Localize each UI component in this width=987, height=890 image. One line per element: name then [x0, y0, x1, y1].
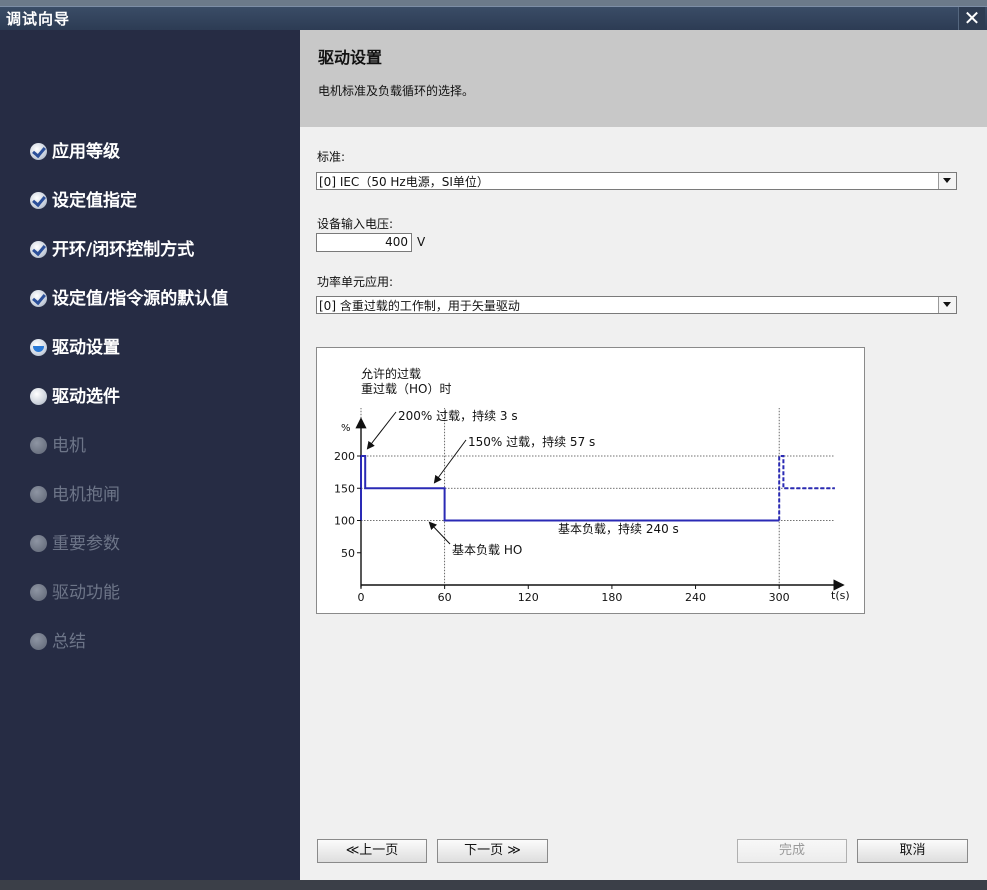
step-bullet-icon: [30, 633, 47, 650]
check-icon: [30, 143, 47, 160]
standard-value: [0] IEC（50 Hz电源，SI单位）: [319, 175, 489, 189]
x-tick-label: 0: [358, 591, 365, 604]
chart-title-line1: 允许的过载: [361, 366, 421, 381]
step-setpoint[interactable]: 设定值指定: [30, 188, 137, 214]
step-bullet-icon: [30, 535, 47, 552]
step-label: 驱动选件: [52, 387, 120, 407]
power-unit-value: [0] 含重过载的工作制，用于矢量驱动: [319, 299, 520, 313]
step-drive-settings[interactable]: 驱动设置: [30, 335, 120, 361]
finish-button[interactable]: 完成: [737, 839, 847, 863]
power-unit-label: 功率单元应用:: [317, 275, 394, 289]
close-button[interactable]: ✕: [958, 7, 985, 31]
step-bullet-icon: [30, 437, 47, 454]
y-tick-label: 50: [341, 547, 355, 560]
page-subtitle: 电机标准及负载循环的选择。: [318, 84, 475, 98]
overload-chart-svg: 允许的过载 重过载（HO）时 % t(s) 0 60 120 180 240 300 50 1…: [334, 366, 850, 604]
x-tick-label: 60: [438, 591, 452, 604]
dropdown-arrow-icon[interactable]: [938, 173, 956, 189]
step-application-class[interactable]: 应用等级: [30, 139, 120, 165]
annotation-leader-150: [433, 439, 467, 484]
check-icon: [30, 290, 47, 307]
standard-dropdown[interactable]: [0] IEC（50 Hz电源，SI单位）: [316, 172, 957, 190]
step-label: 设定值/指令源的默认值: [52, 289, 229, 309]
wizard-steps-sidebar: 应用等级 设定值指定 开环/闭环控制方式 设定值/指令源的默认值 驱动设置 驱动…: [0, 30, 300, 880]
wizard-content: 驱动设置 电机标准及负载循环的选择。 标准: [0] IEC（50 Hz电源，S…: [300, 30, 987, 880]
step-drive-functions: 驱动功能: [30, 580, 120, 606]
window-bottom-strip: [0, 880, 987, 890]
step-label: 总结: [52, 632, 86, 652]
window-title: 调试向导: [6, 10, 71, 28]
y-axis-label: %: [341, 423, 351, 434]
annotation-leader-peak: [366, 411, 397, 450]
x-tick-label: 120: [518, 591, 539, 604]
x-axis-label: t(s): [831, 589, 850, 602]
step-bullet-icon: [30, 584, 47, 601]
title-bar: 调试向导 ✕: [0, 6, 987, 31]
annotation-base-load-ho: 基本负载 HO: [452, 543, 522, 557]
x-tick-label: 240: [685, 591, 706, 604]
check-icon: [30, 192, 47, 209]
page-header: 驱动设置 电机标准及负载循环的选择。: [300, 30, 987, 127]
step-label: 重要参数: [52, 534, 120, 554]
prev-page-button[interactable]: ≪上一页: [317, 839, 427, 863]
step-label: 设定值指定: [52, 191, 137, 211]
step-motor: 电机: [30, 433, 86, 459]
step-label: 开环/闭环控制方式: [52, 240, 195, 260]
page-title: 驱动设置: [318, 48, 383, 67]
chart-title-line2: 重过载（HO）时: [361, 382, 451, 396]
current-step-icon: [30, 339, 47, 356]
x-tick-label: 300: [769, 591, 790, 604]
dropdown-arrow-icon[interactable]: [938, 297, 956, 313]
step-important-parameters: 重要参数: [30, 531, 120, 557]
annotation-leader-base-ho: [428, 521, 451, 545]
series-line-2: [778, 455, 835, 521]
voltage-unit: V: [417, 235, 426, 249]
y-tick-label: 200: [334, 450, 355, 463]
annotation-peak: 200% 过载，持续 3 s: [398, 408, 518, 423]
standard-label: 标准:: [317, 150, 346, 164]
step-label: 电机: [52, 436, 86, 456]
y-tick-label: 100: [334, 515, 355, 528]
step-label: 驱动设置: [52, 338, 120, 358]
step-bullet-icon: [30, 388, 47, 405]
x-tick-label: 180: [601, 591, 622, 604]
annotation-base-load: 基本负载，持续 240 s: [558, 521, 679, 536]
next-page-button[interactable]: 下一页 ≫: [437, 839, 548, 863]
annotation-150-overload: 150% 过载，持续 57 s: [468, 434, 595, 449]
step-drive-options[interactable]: 驱动选件: [30, 384, 120, 410]
cancel-button[interactable]: 取消: [857, 839, 968, 863]
step-label: 应用等级: [52, 142, 120, 162]
y-tick-label: 150: [334, 482, 355, 495]
check-icon: [30, 241, 47, 258]
step-setpoint-defaults[interactable]: 设定值/指令源的默认值: [30, 286, 228, 312]
voltage-label: 设备输入电压:: [317, 217, 394, 231]
step-bullet-icon: [30, 486, 47, 503]
overload-chart: 允许的过载 重过载（HO）时 % t(s) 0 60 120 180 240 300 50 1…: [316, 347, 865, 614]
step-motor-brake: 电机抱闸: [30, 482, 120, 508]
step-summary: 总结: [30, 629, 86, 655]
step-label: 驱动功能: [52, 583, 120, 603]
step-label: 电机抱闸: [52, 485, 120, 505]
step-control-mode[interactable]: 开环/闭环控制方式: [30, 237, 194, 263]
voltage-input[interactable]: 400: [316, 233, 412, 252]
power-unit-dropdown[interactable]: [0] 含重过载的工作制，用于矢量驱动: [316, 296, 957, 314]
